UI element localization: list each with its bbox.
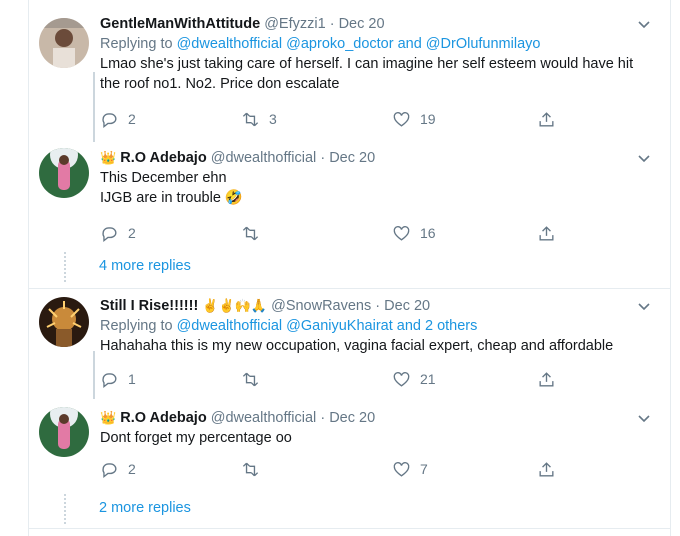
share-button[interactable] [537, 458, 556, 480]
timestamp[interactable]: Dec 20 [329, 410, 375, 426]
share-icon [539, 371, 554, 387]
name-emoji: 👑 [100, 150, 117, 165]
replying-to: Replying to @dwealthofficial @aproko_doc… [100, 36, 541, 52]
like-count: 16 [420, 225, 436, 241]
retweet-icon [242, 226, 259, 240]
avatar[interactable] [39, 18, 89, 68]
like-button[interactable]: 7 [392, 458, 428, 480]
reply-button[interactable]: 1 [100, 368, 136, 390]
timeline-border-right [670, 0, 671, 536]
handle[interactable]: @dwealthofficial [211, 410, 317, 426]
handle[interactable]: @dwealthofficial [211, 150, 317, 166]
reply-icon [102, 372, 117, 388]
thread-line [93, 72, 95, 142]
tweet-4[interactable]: 👑 R.O Adebajo @dwealthofficial · Dec 20 … [29, 399, 670, 489]
display-name[interactable]: Still I Rise!!!!!! [100, 298, 198, 314]
thread-line [93, 351, 95, 399]
replying-to-users[interactable]: @dwealthofficial @aproko_doctor and @DrO… [177, 36, 541, 52]
display-name[interactable]: R.O Adebajo [120, 150, 206, 166]
reply-icon [102, 462, 117, 478]
tweet-actions: 2 16 [100, 222, 570, 244]
tweet-actions: 2 7 [100, 458, 570, 480]
thread-gap-dots [64, 494, 68, 524]
retweet-count: 3 [269, 111, 277, 127]
reply-count: 2 [128, 225, 136, 241]
avatar[interactable] [39, 297, 89, 347]
replying-to-users[interactable]: @dwealthofficial @GaniyuKhairat and 2 ot… [177, 318, 478, 334]
timestamp[interactable]: Dec 20 [339, 16, 385, 32]
like-icon [393, 371, 410, 387]
reply-button[interactable]: 2 [100, 458, 136, 480]
reply-button[interactable]: 2 [100, 108, 136, 130]
replying-to: Replying to @dwealthofficial @GaniyuKhai… [100, 318, 478, 334]
tweet-header: 👑 R.O Adebajo @dwealthofficial · Dec 20 [100, 150, 376, 166]
handle[interactable]: @Efyzzi1 [264, 16, 325, 32]
like-button[interactable]: 19 [392, 108, 436, 130]
like-count: 19 [420, 111, 436, 127]
retweet-button[interactable] [241, 368, 269, 390]
avatar[interactable] [39, 148, 89, 198]
retweet-button[interactable] [241, 458, 269, 480]
like-button[interactable]: 16 [392, 222, 436, 244]
retweet-icon [242, 112, 259, 126]
reply-icon [102, 112, 117, 128]
handle[interactable]: @SnowRavens [271, 298, 371, 314]
reply-button[interactable]: 2 [100, 222, 136, 244]
reply-count: 2 [128, 461, 136, 477]
reply-count: 1 [128, 371, 136, 387]
share-button[interactable] [537, 222, 556, 244]
tweet-actions: 2 3 19 [100, 108, 570, 130]
tweet-3[interactable]: Still I Rise!!!!!! ✌️✌️🙌🙏 @SnowRavens · … [29, 289, 670, 399]
like-count: 7 [420, 461, 428, 477]
like-icon [393, 111, 410, 127]
timestamp[interactable]: Dec 20 [329, 150, 375, 166]
tweet-text: Hahahaha this is my new occupation, vagi… [100, 338, 614, 354]
chevron-down-icon[interactable] [634, 148, 654, 168]
share-icon [539, 461, 554, 477]
display-name[interactable]: GentleManWithAttitude [100, 16, 260, 32]
tweet-header: GentleManWithAttitude @Efyzzi1 · Dec 20 [100, 16, 385, 32]
tweet-text: Lmao she's just taking care of herself. … [100, 56, 634, 92]
more-replies-link[interactable]: 4 more replies [99, 258, 191, 274]
thread-gap-dots [64, 252, 68, 282]
share-icon [539, 111, 554, 127]
tweet-text: This December ehn [100, 170, 227, 186]
retweet-icon [242, 372, 259, 386]
timestamp[interactable]: Dec 20 [384, 298, 430, 314]
chevron-down-icon[interactable] [634, 408, 654, 428]
like-count: 21 [420, 371, 436, 387]
share-button[interactable] [537, 368, 556, 390]
like-button[interactable]: 21 [392, 368, 436, 390]
reply-count: 2 [128, 111, 136, 127]
tweet-actions: 1 21 [100, 368, 570, 390]
like-icon [393, 225, 410, 241]
reply-icon [102, 226, 117, 242]
share-icon [539, 225, 554, 241]
name-emoji: 👑 [100, 410, 117, 425]
share-button[interactable] [537, 108, 556, 130]
tweet-header: 👑 R.O Adebajo @dwealthofficial · Dec 20 [100, 410, 376, 426]
chevron-down-icon[interactable] [634, 14, 654, 34]
avatar[interactable] [39, 407, 89, 457]
like-icon [393, 461, 410, 477]
retweet-button[interactable] [241, 222, 269, 244]
display-name[interactable]: R.O Adebajo [120, 410, 206, 426]
tweet-header: Still I Rise!!!!!! ✌️✌️🙌🙏 @SnowRavens · … [100, 298, 431, 314]
divider [29, 528, 670, 529]
retweet-icon [242, 462, 259, 476]
tweet-2[interactable]: 👑 R.O Adebajo @dwealthofficial · Dec 20 … [29, 142, 670, 242]
more-replies-link[interactable]: 2 more replies [99, 500, 191, 516]
retweet-button[interactable]: 3 [241, 108, 277, 130]
tweet-text-line2: IJGB are in trouble 🤣 [100, 190, 243, 206]
tweet-1[interactable]: GentleManWithAttitude @Efyzzi1 · Dec 20 … [29, 0, 670, 142]
name-emoji: ✌️✌️🙌🙏 [202, 298, 268, 313]
chevron-down-icon[interactable] [634, 296, 654, 316]
tweet-text: Dont forget my percentage oo [100, 430, 292, 446]
